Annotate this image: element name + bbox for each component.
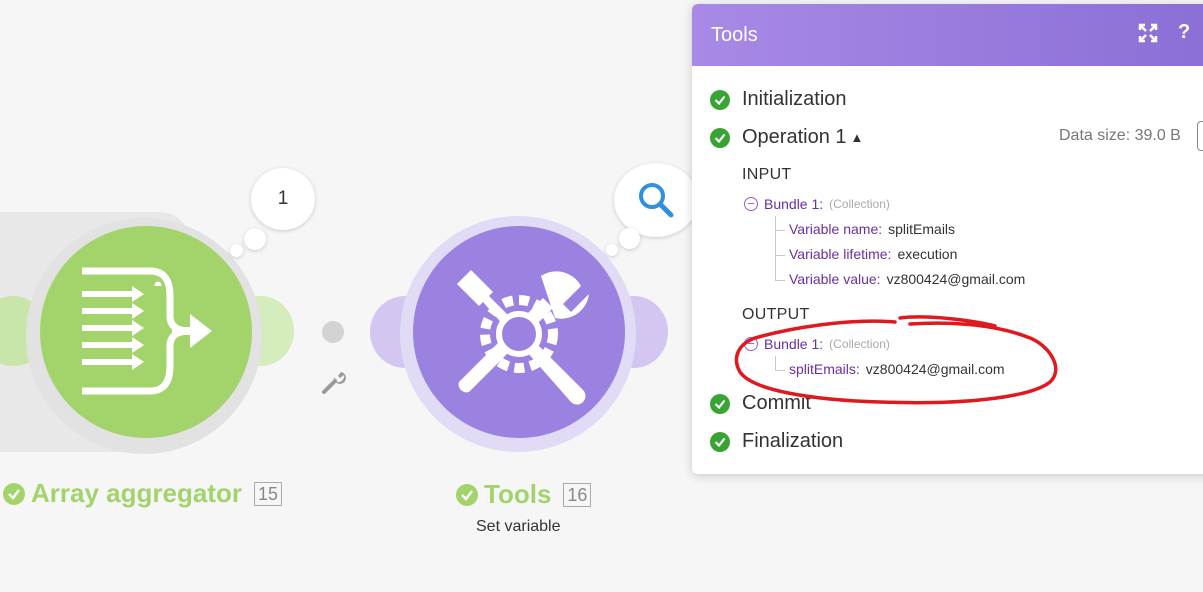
check-icon — [710, 431, 730, 452]
aggregator-circle[interactable] — [40, 226, 252, 438]
input-row-variable-name: Variable name: splitEmails — [789, 221, 955, 237]
tree-line — [775, 216, 776, 280]
row-key: Variable name: — [789, 221, 883, 237]
stage-finalization[interactable]: Finalization — [710, 430, 843, 453]
tools-name: Tools — [484, 479, 552, 509]
tree-branch — [775, 280, 785, 281]
inspect-bubble-tail-small — [606, 244, 618, 256]
input-bundle[interactable]: − Bundle 1: (Collection) — [744, 196, 890, 212]
aggregator-name: Array aggregator — [31, 478, 242, 508]
check-icon — [710, 127, 730, 148]
inspect-bubble[interactable] — [614, 163, 698, 237]
array-aggregator-icon — [82, 267, 212, 395]
success-check-icon — [456, 483, 478, 506]
aggregator-label[interactable]: Array aggregator 15 — [3, 478, 282, 509]
stage-initialization[interactable]: Initialization — [710, 88, 847, 111]
stage-label: Operation 1 — [742, 126, 847, 148]
bubble-tail-large — [244, 228, 266, 250]
success-check-icon — [3, 482, 25, 505]
bundle-label: Bundle 1: — [764, 196, 824, 212]
operations-count-bubble[interactable]: 1 — [251, 168, 315, 230]
caret-up-icon[interactable]: ▲ — [851, 130, 864, 145]
operations-count: 1 — [277, 188, 289, 209]
data-size: Data size: 39.0 B — [1059, 127, 1181, 144]
row-key: Variable lifetime: — [789, 246, 892, 262]
check-icon — [710, 89, 730, 110]
help-button[interactable]: ? — [1178, 21, 1190, 44]
check-icon — [710, 393, 730, 414]
stage-operation[interactable]: Operation 1 ▲ — [710, 126, 863, 149]
panel-title: Tools — [711, 23, 758, 46]
tools-circle[interactable] — [413, 226, 625, 438]
collapse-icon[interactable]: − — [744, 197, 758, 211]
tools-icon — [457, 270, 589, 405]
inspect-bubble-tail-large — [619, 228, 640, 249]
tools-id: 16 — [563, 482, 592, 507]
stage-label: Initialization — [742, 88, 847, 110]
tools-label[interactable]: Tools 16 — [456, 479, 592, 510]
bundle-type: (Collection) — [829, 197, 890, 211]
expand-icon[interactable] — [1138, 23, 1158, 49]
row-value: splitEmails — [888, 221, 956, 237]
magnifier-icon — [639, 183, 674, 218]
row-value: execution — [897, 246, 958, 262]
aggregator-id: 15 — [253, 481, 282, 506]
row-key: Variable value: — [789, 271, 881, 287]
stage-label: Finalization — [742, 430, 844, 452]
bubble-tail-small — [230, 244, 243, 257]
tree-branch — [775, 255, 785, 256]
input-title: INPUT — [742, 166, 792, 183]
tools-subtitle: Set variable — [476, 518, 561, 535]
panel-header: Tools ? — [692, 4, 1203, 66]
input-row-variable-lifetime: Variable lifetime: execution — [789, 246, 957, 262]
route-connector-dot[interactable] — [322, 321, 344, 343]
download-button[interactable] — [1197, 121, 1203, 151]
annotation-circle — [734, 315, 1058, 405]
input-row-variable-value: Variable value: vz800424@gmail.com — [789, 271, 1025, 287]
row-value: vz800424@gmail.com — [886, 271, 1026, 287]
tree-branch — [775, 230, 785, 231]
wrench-icon[interactable] — [320, 368, 348, 401]
